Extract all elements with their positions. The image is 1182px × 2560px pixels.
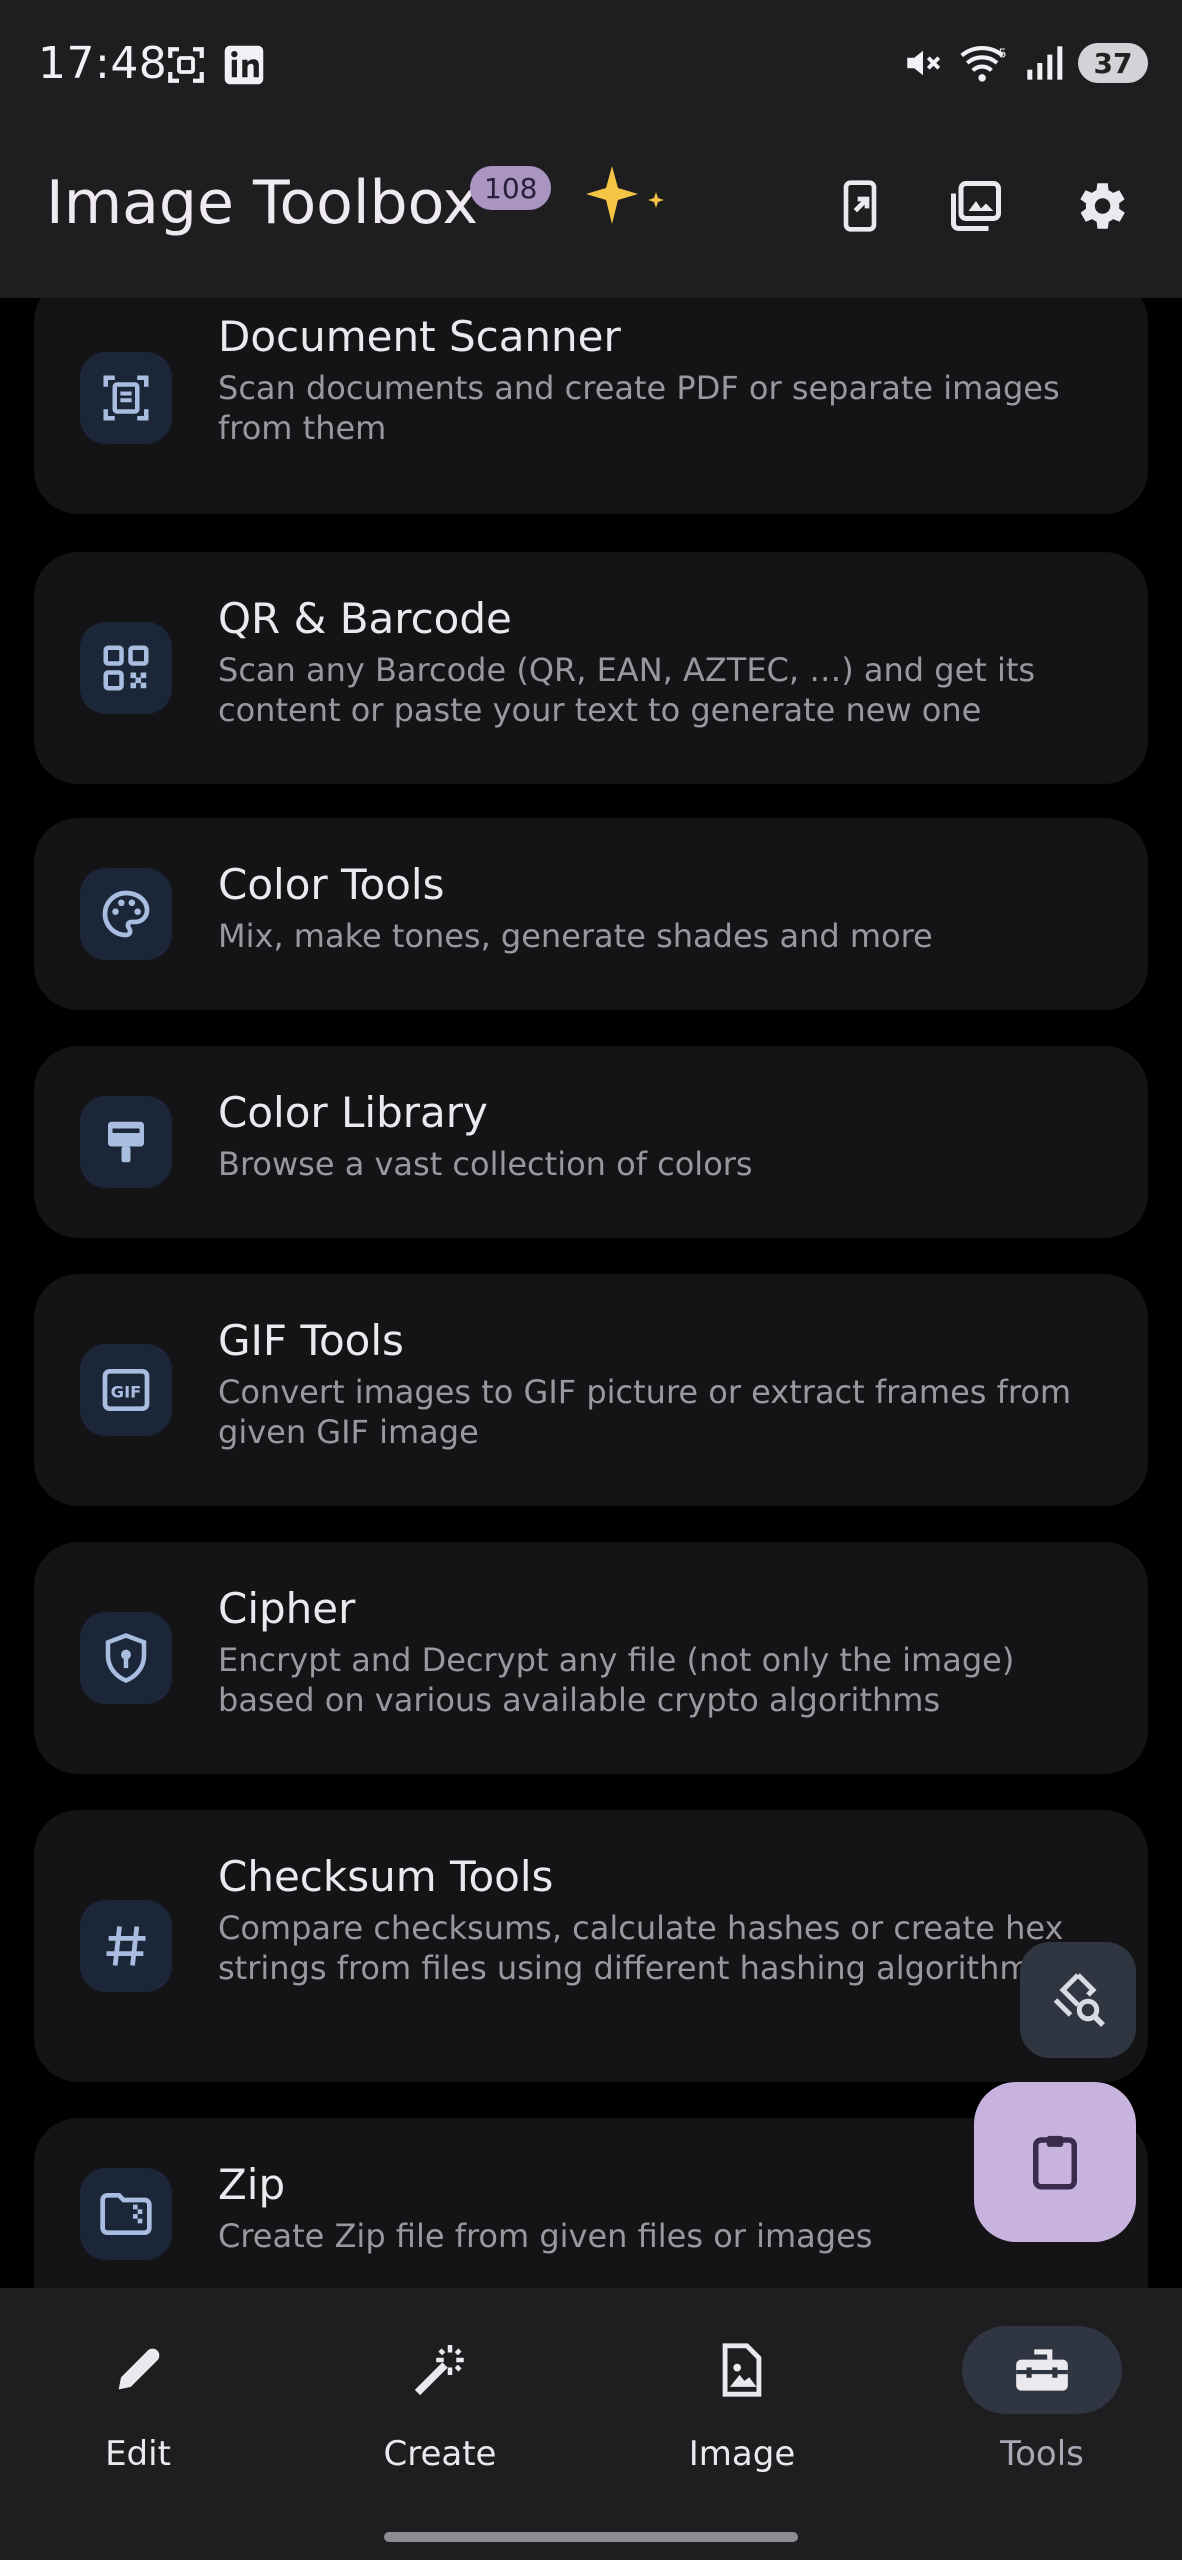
clipboard-icon bbox=[1033, 2135, 1077, 2190]
nav-pill bbox=[360, 2326, 520, 2414]
shortcut-button[interactable] bbox=[824, 170, 896, 242]
status-system-icons: 5 37 bbox=[902, 42, 1148, 84]
status-time: 17:48 bbox=[38, 38, 168, 89]
app-title: Image Toolbox bbox=[46, 168, 478, 238]
nav-item-create[interactable]: Create bbox=[320, 2326, 560, 2506]
nav-label: Edit bbox=[105, 2434, 171, 2474]
nav-pill-active bbox=[962, 2326, 1122, 2414]
tool-count-badge: 108 bbox=[470, 166, 552, 210]
paste-clipboard-button[interactable] bbox=[974, 2082, 1136, 2242]
tool-description: Scan documents and create PDF or separat… bbox=[218, 369, 1060, 447]
tool-card-qr-barcode[interactable]: QR & Barcode Scan any Barcode (QR, EAN, … bbox=[34, 552, 1148, 784]
nav-item-tools[interactable]: Tools bbox=[922, 2326, 1162, 2506]
status-notification-icons bbox=[165, 44, 265, 86]
nav-pill bbox=[58, 2326, 218, 2414]
nav-pill bbox=[662, 2326, 822, 2414]
linkedin-icon bbox=[224, 45, 264, 85]
document-scanner-icon bbox=[80, 352, 172, 444]
nav-label: Image bbox=[688, 2434, 796, 2474]
tool-card-color-tools[interactable]: Color Tools Mix, make tones, generate sh… bbox=[34, 818, 1148, 1010]
svg-text:GIF: GIF bbox=[111, 1383, 142, 1402]
hash-icon bbox=[80, 1900, 172, 1992]
mute-icon bbox=[907, 50, 941, 76]
sparkle-icon[interactable] bbox=[586, 162, 666, 236]
paint-brush-icon bbox=[80, 1096, 172, 1188]
signal-icon bbox=[1027, 46, 1063, 80]
top-app-bar: 17:48 5 37 Image Toolbox 108 bbox=[0, 0, 1182, 298]
palette-icon bbox=[80, 868, 172, 960]
bottom-navigation: Edit Create Image Tools bbox=[0, 2288, 1182, 2560]
wifi-icon: 5 bbox=[960, 45, 1006, 82]
zip-folder-icon bbox=[80, 2168, 172, 2260]
tool-title: Cipher bbox=[218, 1584, 356, 1633]
svg-text:5: 5 bbox=[999, 45, 1006, 60]
tool-description: Create Zip file from given files or imag… bbox=[218, 2217, 873, 2255]
search-tools-button[interactable] bbox=[1020, 1942, 1136, 2058]
tool-title: Checksum Tools bbox=[218, 1852, 554, 1901]
nav-item-edit[interactable]: Edit bbox=[18, 2326, 258, 2506]
settings-button[interactable] bbox=[1064, 170, 1136, 242]
tool-title: GIF Tools bbox=[218, 1316, 404, 1365]
tool-title: Document Scanner bbox=[218, 312, 621, 361]
settings-icon bbox=[1080, 183, 1125, 229]
tool-card-gif-tools[interactable]: GIF GIF Tools Convert images to GIF pict… bbox=[34, 1274, 1148, 1506]
image-file-icon bbox=[722, 2343, 762, 2397]
tool-title: QR & Barcode bbox=[218, 594, 512, 643]
tools-list[interactable]: Document Scanner Scan documents and crea… bbox=[34, 298, 1148, 2288]
tool-card-cipher[interactable]: Cipher Encrypt and Decrypt any file (not… bbox=[34, 1542, 1148, 1774]
tool-card-checksum-tools[interactable]: Checksum Tools Compare checksums, calcul… bbox=[34, 1810, 1148, 2082]
tool-title: Color Library bbox=[218, 1088, 488, 1137]
tool-description: Convert images to GIF picture or extract… bbox=[218, 1373, 1072, 1451]
nav-item-image[interactable]: Image bbox=[622, 2326, 862, 2506]
magic-wand-icon bbox=[414, 2345, 464, 2396]
tool-card-document-scanner[interactable]: Document Scanner Scan documents and crea… bbox=[34, 298, 1148, 514]
home-indicator[interactable] bbox=[384, 2532, 798, 2542]
tool-title: Zip bbox=[218, 2160, 286, 2209]
shield-lock-icon bbox=[80, 1612, 172, 1704]
gif-icon: GIF bbox=[80, 1344, 172, 1436]
tool-description: Scan any Barcode (QR, EAN, AZTEC, …) and… bbox=[218, 651, 1036, 729]
tool-title: Color Tools bbox=[218, 860, 445, 909]
tool-card-color-library[interactable]: Color Library Browse a vast collection o… bbox=[34, 1046, 1148, 1238]
screenshot-icon bbox=[168, 47, 204, 83]
search-tool-icon bbox=[1053, 1973, 1105, 2027]
battery-indicator: 37 bbox=[1078, 43, 1148, 83]
tool-description: Encrypt and Decrypt any file (not only t… bbox=[218, 1641, 1015, 1719]
image-stack-icon bbox=[951, 181, 1001, 231]
qr-code-icon bbox=[80, 622, 172, 714]
image-stack-button[interactable] bbox=[940, 170, 1012, 242]
nav-label: Tools bbox=[1000, 2434, 1084, 2474]
tool-description: Browse a vast collection of colors bbox=[218, 1145, 753, 1183]
tool-description: Compare checksums, calculate hashes or c… bbox=[218, 1909, 1064, 1987]
edit-pencil-icon bbox=[118, 2348, 160, 2390]
toolbox-icon bbox=[1016, 2349, 1068, 2391]
nav-label: Create bbox=[383, 2434, 497, 2474]
tool-description: Mix, make tones, generate shades and mor… bbox=[218, 917, 933, 955]
shortcut-icon bbox=[843, 180, 877, 232]
